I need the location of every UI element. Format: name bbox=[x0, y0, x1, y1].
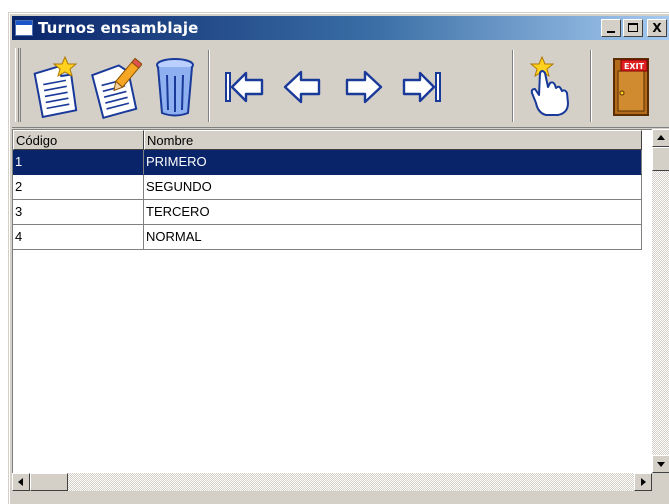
vertical-scroll-thumb[interactable] bbox=[652, 147, 669, 171]
table-row[interactable]: 2 SEGUNDO bbox=[13, 175, 642, 200]
toolbar-separator bbox=[512, 50, 514, 122]
close-icon: X bbox=[652, 21, 662, 35]
last-record-button[interactable] bbox=[392, 52, 450, 122]
scroll-left-button[interactable] bbox=[12, 473, 30, 491]
previous-record-button[interactable] bbox=[274, 52, 332, 122]
up-arrow-icon bbox=[657, 135, 665, 140]
minimize-icon bbox=[607, 31, 615, 33]
window-icon bbox=[15, 20, 33, 36]
right-arrow-icon bbox=[345, 70, 383, 104]
left-arrow-icon bbox=[18, 478, 23, 486]
left-arrow-icon bbox=[283, 70, 321, 104]
toolbar-separator bbox=[208, 50, 210, 122]
exit-sign-text: EXIT bbox=[624, 62, 645, 71]
minimize-button[interactable] bbox=[601, 19, 621, 37]
table-row[interactable]: 3 TERCERO bbox=[13, 200, 642, 225]
edit-record-button[interactable] bbox=[86, 52, 144, 122]
delete-record-button[interactable] bbox=[146, 52, 204, 122]
data-grid: Código Nombre 1 PRIMERO 2 SEGUNDO 3 TERC… bbox=[12, 129, 652, 473]
toolbar-grip[interactable] bbox=[15, 48, 21, 122]
new-document-icon bbox=[33, 55, 78, 119]
window-controls: X bbox=[601, 19, 667, 37]
grid-body: 1 PRIMERO 2 SEGUNDO 3 TERCERO 4 NORMAL bbox=[13, 150, 642, 250]
cell-nombre[interactable]: SEGUNDO bbox=[144, 175, 642, 200]
close-button[interactable]: X bbox=[647, 19, 667, 37]
next-record-button[interactable] bbox=[334, 52, 392, 122]
cell-codigo[interactable]: 4 bbox=[13, 225, 144, 250]
exit-button[interactable]: EXIT bbox=[602, 52, 660, 122]
scroll-up-button[interactable] bbox=[652, 129, 669, 147]
first-arrow-icon bbox=[225, 71, 264, 103]
trash-icon bbox=[156, 58, 194, 117]
column-header-nombre[interactable]: Nombre bbox=[144, 130, 642, 150]
maximize-button[interactable] bbox=[623, 19, 643, 37]
cell-nombre[interactable]: TERCERO bbox=[144, 200, 642, 225]
scroll-right-button[interactable] bbox=[634, 473, 652, 491]
cell-codigo[interactable]: 1 bbox=[13, 150, 144, 175]
cell-codigo[interactable]: 2 bbox=[13, 175, 144, 200]
exit-door-icon: EXIT bbox=[613, 58, 649, 116]
right-arrow-icon bbox=[641, 478, 646, 486]
toolbar: EXIT bbox=[12, 42, 669, 128]
down-arrow-icon bbox=[657, 462, 665, 467]
title-bar[interactable]: Turnos ensamblaje X bbox=[12, 16, 669, 40]
first-record-button[interactable] bbox=[216, 52, 274, 122]
table-row[interactable]: 4 NORMAL bbox=[13, 225, 642, 250]
toolbar-separator bbox=[590, 50, 592, 122]
new-record-button[interactable] bbox=[26, 52, 84, 122]
scrollbar-corner bbox=[652, 473, 669, 491]
cell-nombre[interactable]: NORMAL bbox=[144, 225, 642, 250]
table-row[interactable]: 1 PRIMERO bbox=[13, 150, 642, 175]
vertical-scrollbar[interactable] bbox=[652, 129, 669, 473]
column-header-codigo[interactable]: Código bbox=[13, 130, 144, 150]
edit-document-icon bbox=[91, 57, 142, 119]
app-window: Turnos ensamblaje X EXIT Código Nombre 1… bbox=[8, 12, 669, 504]
cell-codigo[interactable]: 3 bbox=[13, 200, 144, 225]
pointing-hand-icon bbox=[529, 55, 569, 116]
cell-nombre[interactable]: PRIMERO bbox=[144, 150, 642, 175]
window-title: Turnos ensamblaje bbox=[38, 19, 199, 37]
horizontal-scrollbar[interactable] bbox=[12, 473, 652, 491]
grid-header: Código Nombre bbox=[13, 130, 642, 150]
horizontal-scroll-thumb[interactable] bbox=[30, 473, 68, 491]
scroll-down-button[interactable] bbox=[652, 455, 669, 473]
select-record-button[interactable] bbox=[520, 52, 578, 122]
last-arrow-icon bbox=[402, 71, 441, 103]
maximize-icon bbox=[628, 23, 638, 32]
